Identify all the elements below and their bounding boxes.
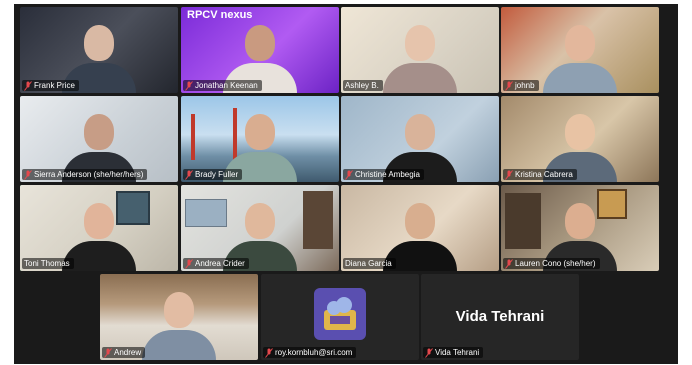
participant-name-label: Andrew bbox=[102, 347, 146, 358]
participant-tile-andrew[interactable]: Andrew bbox=[100, 274, 258, 360]
participant-tile-sierra-anderson[interactable]: Sierra Anderson (she/her/hers) bbox=[20, 96, 178, 182]
participant-video bbox=[543, 17, 617, 93]
participant-tile-lauren-cono[interactable]: Lauren Cono (she/her) bbox=[501, 185, 659, 271]
participant-tile-christine-ambegia[interactable]: Christine Ambegia bbox=[341, 96, 499, 182]
participant-tile-toni-thomas[interactable]: Toni Thomas bbox=[20, 185, 178, 271]
bridge-tower bbox=[191, 114, 195, 160]
profile-picture bbox=[314, 288, 366, 340]
participant-name-label: Christine Ambegia bbox=[343, 169, 424, 180]
participant-tile-kristina-cabrera[interactable]: Kristina Cabrera bbox=[501, 96, 659, 182]
participant-tile-jonathan-keenan[interactable]: RPCV nexus Jonathan Keenan bbox=[181, 7, 339, 93]
participant-tile-brady-fuller[interactable]: Brady Fuller bbox=[181, 96, 339, 182]
bookshelf bbox=[505, 193, 541, 249]
muted-mic-icon bbox=[265, 347, 273, 358]
muted-mic-icon bbox=[185, 80, 193, 91]
participant-name-label: Jonathan Keenan bbox=[183, 80, 262, 91]
participant-name-label: roy.kornbluh@sri.com bbox=[263, 347, 357, 358]
participant-name-label: johnb bbox=[503, 80, 539, 91]
muted-mic-icon bbox=[104, 347, 112, 358]
muted-mic-icon bbox=[505, 258, 513, 269]
participant-name-label: Toni Thomas bbox=[22, 258, 74, 269]
muted-mic-icon bbox=[425, 347, 433, 358]
video-grid: Frank Price RPCV nexus Jonathan Keenan A… bbox=[14, 4, 678, 364]
participant-tile-frank-price[interactable]: Frank Price bbox=[20, 7, 178, 93]
participant-name-label: Lauren Cono (she/her) bbox=[503, 258, 600, 269]
participant-tile-roy-kornbluh[interactable]: roy.kornbluh@sri.com bbox=[261, 274, 419, 360]
muted-mic-icon bbox=[505, 80, 513, 91]
cloud-icon bbox=[324, 297, 356, 330]
muted-mic-icon bbox=[185, 169, 193, 180]
wall-map bbox=[185, 199, 227, 227]
participant-name-label: Diana Garcia bbox=[343, 258, 396, 269]
participant-name-label: Brady Fuller bbox=[183, 169, 243, 180]
participant-name-label: Frank Price bbox=[22, 80, 79, 91]
participant-video bbox=[142, 284, 216, 360]
participant-video bbox=[383, 17, 457, 93]
participant-name-label: Andrea Crider bbox=[183, 258, 249, 269]
participant-tile-vida-tehrani[interactable]: Vida Tehrani Vida Tehrani bbox=[421, 274, 579, 360]
muted-mic-icon bbox=[185, 258, 193, 269]
participant-name-label: Ashley B. bbox=[343, 80, 383, 91]
participant-display-name: Vida Tehrani bbox=[455, 308, 545, 325]
bookshelf bbox=[303, 191, 333, 249]
muted-mic-icon bbox=[345, 169, 353, 180]
participant-tile-andrea-crider[interactable]: Andrea Crider bbox=[181, 185, 339, 271]
participant-name-label: Kristina Cabrera bbox=[503, 169, 577, 180]
participant-tile-johnb[interactable]: johnb bbox=[501, 7, 659, 93]
muted-mic-icon bbox=[505, 169, 513, 180]
muted-mic-icon bbox=[24, 80, 32, 91]
muted-mic-icon bbox=[24, 169, 32, 180]
participant-name-label: Sierra Anderson (she/her/hers) bbox=[22, 169, 148, 180]
participant-tile-ashley-b[interactable]: Ashley B. bbox=[341, 7, 499, 93]
participant-tile-diana-garcia[interactable]: Diana Garcia bbox=[341, 185, 499, 271]
participant-name-label: Vida Tehrani bbox=[423, 347, 484, 358]
